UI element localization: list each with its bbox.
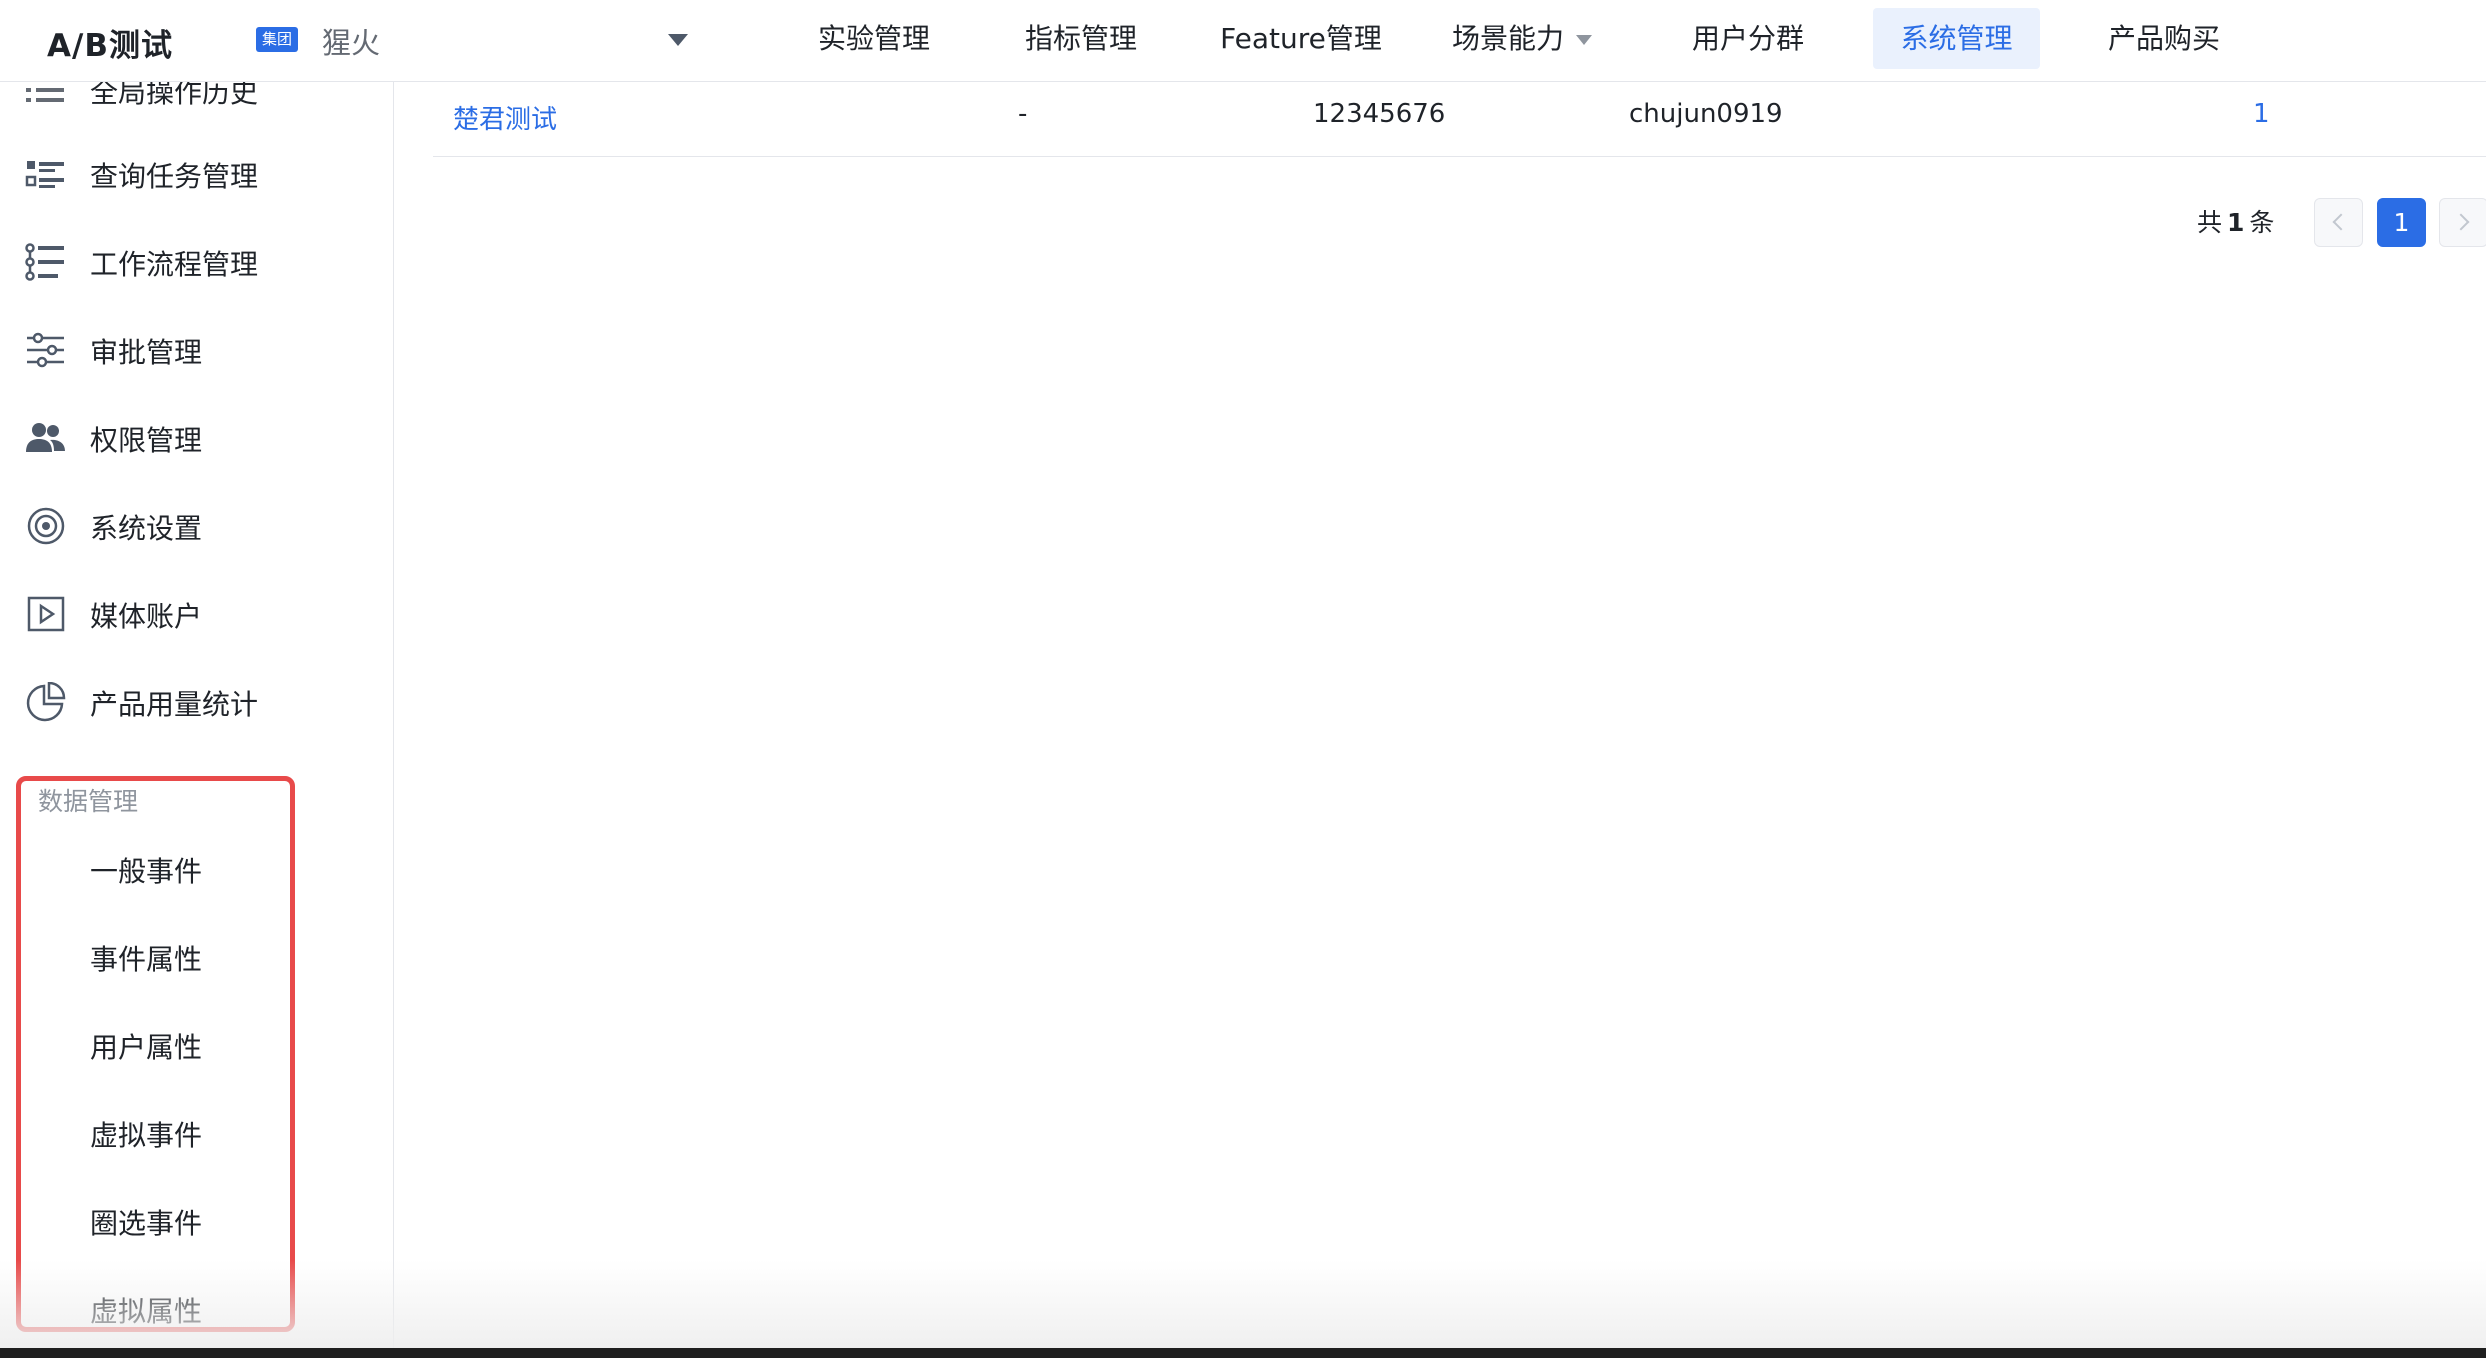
sidebar-item-label: 权限管理 — [90, 424, 203, 457]
nav-user-segmentation[interactable]: 用户分群 — [1680, 8, 1816, 69]
sidebar-item-label: 查询任务管理 — [90, 160, 259, 193]
sidebar-item-label: 媒体账户 — [90, 600, 203, 633]
nav-feature-management[interactable]: Feature管理 — [1218, 8, 1384, 69]
sidebar-item-label: 系统设置 — [90, 512, 203, 545]
task-list-icon — [25, 161, 64, 188]
pagination-next-button[interactable] — [2439, 198, 2486, 247]
nav-scenario-capability[interactable]: 场景能力 — [1452, 8, 1612, 69]
sidebar: 全局操作历史 查询任务管理 工作流程管理 审批管理 权限管理 系统设置 媒体账户… — [0, 82, 394, 1348]
pagination-total-suffix: 条 — [2249, 208, 2275, 237]
table-cell: chujun0919 — [1629, 99, 1783, 129]
table-row: 楚君测试 - 12345676 chujun0919 1 — [433, 82, 2486, 157]
nav-scenario-capability-label: 场景能力 — [1452, 22, 1565, 55]
sidebar-item-system-settings[interactable]: 系统设置 — [0, 496, 393, 556]
highlight-annotation-box — [16, 776, 295, 1332]
nav-system-management[interactable]: 系统管理 — [1873, 8, 2040, 69]
sidebar-item-workflow-management[interactable]: 工作流程管理 — [0, 232, 393, 292]
chevron-down-icon — [1576, 35, 1593, 45]
main-content: 楚君测试 - 12345676 chujun0919 1 共1条 1 — [395, 82, 2486, 1348]
sidebar-item-query-task-management[interactable]: 查询任务管理 — [0, 144, 393, 204]
pagination-total-prefix: 共 — [2197, 208, 2223, 237]
nav-product-purchase[interactable]: 产品购买 — [2096, 8, 2232, 69]
group-badge: 集团 — [256, 27, 298, 52]
sidebar-item-label: 全局操作历史 — [90, 82, 259, 109]
sidebar-item-media-account[interactable]: 媒体账户 — [0, 584, 393, 644]
users-icon — [26, 423, 65, 452]
sidebar-item-label: 审批管理 — [90, 336, 203, 369]
table-cell: - — [1018, 99, 1028, 129]
nav-experiment-management[interactable]: 实验管理 — [806, 8, 942, 69]
pie-chart-icon — [26, 682, 66, 722]
sidebar-item-approval-management[interactable]: 审批管理 — [0, 320, 393, 380]
app-title[interactable]: A/B测试 — [47, 20, 173, 65]
sidebar-item-product-usage-statistics[interactable]: 产品用量统计 — [0, 672, 393, 732]
window-bottom-edge — [0, 1348, 2486, 1358]
chevron-left-icon — [2332, 213, 2350, 231]
workflow-icon — [25, 243, 64, 281]
pagination-page-button[interactable]: 1 — [2377, 198, 2426, 247]
pagination-prev-button[interactable] — [2314, 198, 2363, 247]
nav-metric-management[interactable]: 指标管理 — [1013, 8, 1149, 69]
table-cell-count-link[interactable]: 1 — [2253, 99, 2270, 129]
sidebar-item-label: 工作流程管理 — [90, 248, 259, 281]
project-selector-value[interactable]: 猩火 — [322, 20, 380, 62]
target-icon — [27, 507, 65, 545]
chevron-down-icon[interactable] — [668, 34, 688, 46]
sidebar-item-permission-management[interactable]: 权限管理 — [0, 408, 393, 468]
sidebar-item-label: 产品用量统计 — [90, 688, 259, 721]
table-cell-name-link[interactable]: 楚君测试 — [453, 99, 557, 136]
top-navigation-bar: A/B测试 集团 猩火 实验管理 指标管理 Feature管理 场景能力 用户分… — [0, 0, 2486, 82]
table-cell: 12345676 — [1313, 99, 1446, 129]
pagination-total-count: 1 — [2227, 208, 2245, 237]
sliders-icon — [27, 332, 64, 368]
chevron-right-icon — [2452, 213, 2470, 231]
list-icon — [26, 88, 64, 102]
play-icon — [27, 596, 65, 632]
pagination-total: 共1条 — [2197, 203, 2274, 239]
sidebar-item-global-operation-history[interactable]: 全局操作历史 — [0, 82, 393, 120]
